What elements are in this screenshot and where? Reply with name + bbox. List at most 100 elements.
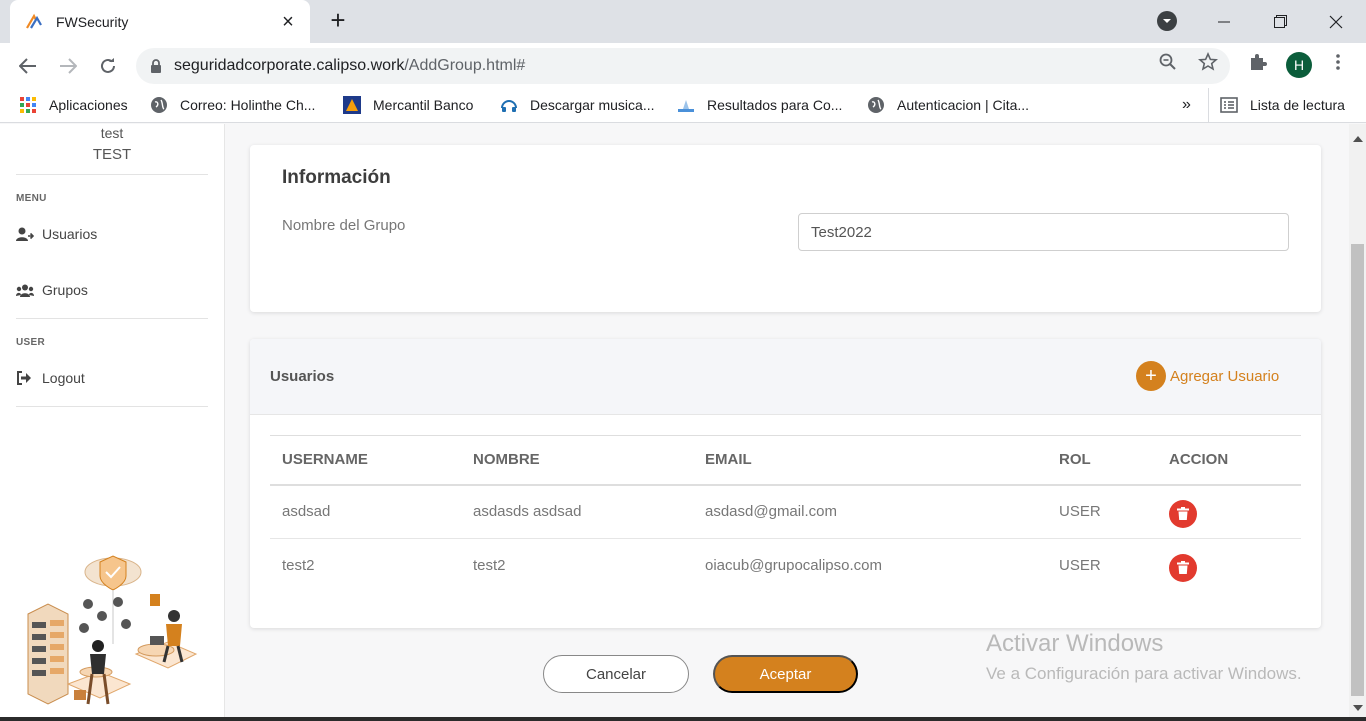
bookmark-label: Correo: Holinthe Ch... [180, 97, 316, 113]
table-row: asdsad asdasds asdsad asdasd@gmail.com U… [270, 484, 1301, 539]
sidebar-divider [16, 318, 208, 319]
scroll-up-arrow-icon[interactable] [1353, 136, 1363, 142]
delete-user-button[interactable] [1169, 499, 1197, 528]
bookmark-autenticacion[interactable]: Autenticacion | Cita... [867, 96, 1029, 114]
music-icon [500, 96, 518, 114]
globe-icon [150, 96, 168, 114]
bookmarks-overflow-button[interactable]: » [1182, 96, 1191, 114]
cell-nombre: test2 [473, 557, 506, 575]
bookmark-correo[interactable]: Correo: Holinthe Ch... [150, 96, 315, 114]
users-card-title: Usuarios [270, 368, 335, 385]
reading-list-icon [1220, 96, 1238, 114]
restore-window-icon[interactable] [1252, 0, 1308, 43]
sidebar: test TEST MENU Usuarios Grupos USER Logo… [0, 124, 225, 721]
reload-icon[interactable] [94, 52, 122, 80]
sidebar-divider [16, 174, 208, 175]
user-display-name: TEST [92, 146, 132, 163]
cell-username: test2 [282, 557, 315, 575]
windows-activation-watermark: Activar Windows Ve a Configuración para … [986, 630, 1302, 684]
group-name-label: Nombre del Grupo [282, 217, 406, 234]
zoom-icon[interactable] [1157, 51, 1179, 73]
page-viewport: test TEST MENU Usuarios Grupos USER Logo… [0, 124, 1366, 721]
sidebar-divider [16, 406, 208, 407]
bookmark-label: Descargar musica... [530, 97, 655, 113]
scrollbar-thumb[interactable] [1351, 244, 1364, 696]
bookmark-aplicaciones[interactable]: Aplicaciones [19, 96, 128, 114]
watermark-title: Activar Windows [986, 630, 1164, 657]
fwsecurity-favicon-icon [24, 12, 44, 32]
user-login: test [100, 125, 124, 141]
info-card-title: Información [282, 167, 391, 188]
menu-section-label: MENU [16, 193, 47, 204]
cell-rol: USER [1047, 484, 1157, 539]
forward-arrow-icon[interactable] [54, 52, 82, 80]
bookmarks-bar: Aplicaciones Correo: Holinthe Ch... Merc… [0, 88, 1366, 123]
group-name-input[interactable] [798, 213, 1289, 251]
chrome-menu-icon[interactable] [1327, 51, 1349, 73]
users-table: USERNAME NOMBRE EMAIL ROL ACCION asdsad … [270, 435, 1301, 593]
users-card: Usuarios + Agregar Usuario USERNAME NOMB… [250, 339, 1321, 628]
reading-list-label: Lista de lectura [1250, 97, 1345, 113]
trash-icon [1177, 507, 1189, 521]
lock-icon[interactable] [150, 59, 162, 73]
address-bar[interactable]: seguridadcorporate.calipso.work/AddGroup… [136, 48, 1230, 84]
tab-close-icon[interactable]: × [278, 12, 298, 32]
globe-icon [867, 96, 885, 114]
column-header-rol: ROL [1047, 435, 1157, 486]
cell-nombre: asdasds asdsad [461, 484, 693, 539]
reading-list-button[interactable]: Lista de lectura [1220, 96, 1345, 114]
bookmarks-divider [1208, 88, 1209, 122]
bank-icon [343, 96, 361, 114]
bookmark-label: Aplicaciones [49, 97, 128, 113]
column-header-accion: ACCION [1157, 435, 1301, 486]
url-text: seguridadcorporate.calipso.work/AddGroup… [174, 57, 525, 75]
user-icon [16, 227, 34, 241]
browser-toolbar: seguridadcorporate.calipso.work/AddGroup… [0, 43, 1366, 88]
extensions-puzzle-icon[interactable] [1247, 51, 1269, 73]
url-domain: seguridadcorporate.calipso.work [174, 57, 405, 74]
bookmark-musica[interactable]: Descargar musica... [500, 96, 654, 114]
apps-grid-icon [19, 96, 37, 114]
plus-circle-icon: + [1136, 361, 1166, 391]
logout-icon [16, 371, 34, 385]
search-result-icon [677, 96, 695, 114]
accept-button[interactable]: Aceptar [713, 655, 858, 693]
browser-tab[interactable]: FWSecurity × [10, 0, 310, 43]
add-user-label: Agregar Usuario [1170, 367, 1280, 385]
delete-user-button[interactable] [1169, 553, 1197, 582]
sidebar-item-label: Usuarios [42, 226, 98, 242]
cancel-button[interactable]: Cancelar [543, 655, 689, 693]
bookmark-star-icon[interactable] [1197, 51, 1219, 73]
tab-title: FWSecurity [56, 13, 129, 30]
sidebar-item-logout[interactable]: Logout [16, 370, 85, 386]
bookmark-label: Resultados para Co... [707, 97, 843, 113]
cell-email: oiacub@grupocalipso.com [705, 557, 882, 575]
column-header-username: USERNAME [270, 435, 461, 486]
new-tab-button[interactable]: + [326, 7, 350, 33]
cell-username: asdsad [270, 484, 461, 539]
cell-accion [1157, 484, 1301, 539]
cell-email: asdasd@gmail.com [693, 484, 1047, 539]
close-window-icon[interactable] [1308, 0, 1364, 43]
add-user-button[interactable]: + Agregar Usuario [1136, 361, 1279, 391]
sidebar-item-usuarios[interactable]: Usuarios [16, 226, 97, 242]
table-row: test2 test2 oiacub@grupocalipso.com USER [270, 539, 1301, 593]
users-card-header: Usuarios + Agregar Usuario [250, 339, 1321, 415]
scroll-down-arrow-icon[interactable] [1353, 705, 1363, 711]
url-path: /AddGroup.html# [404, 57, 526, 74]
trash-icon [1177, 561, 1189, 575]
column-header-nombre: NOMBRE [461, 435, 693, 486]
bookmark-mercantil[interactable]: Mercantil Banco [343, 96, 473, 114]
sidebar-item-grupos[interactable]: Grupos [16, 282, 88, 298]
sidebar-item-label: Grupos [42, 282, 88, 298]
page-scrollbar[interactable] [1349, 124, 1366, 721]
table-header-row: USERNAME NOMBRE EMAIL ROL ACCION [270, 435, 1301, 486]
back-arrow-icon[interactable] [14, 52, 42, 80]
profile-avatar[interactable]: H [1286, 52, 1312, 78]
bookmark-resultados[interactable]: Resultados para Co... [677, 96, 842, 114]
browser-tab-bar: FWSecurity × + [0, 0, 1366, 43]
minimize-window-icon[interactable] [1196, 0, 1252, 43]
tab-search-icon[interactable] [1157, 11, 1177, 31]
cell-accion [1157, 539, 1301, 593]
cell-rol: USER [1059, 557, 1101, 575]
